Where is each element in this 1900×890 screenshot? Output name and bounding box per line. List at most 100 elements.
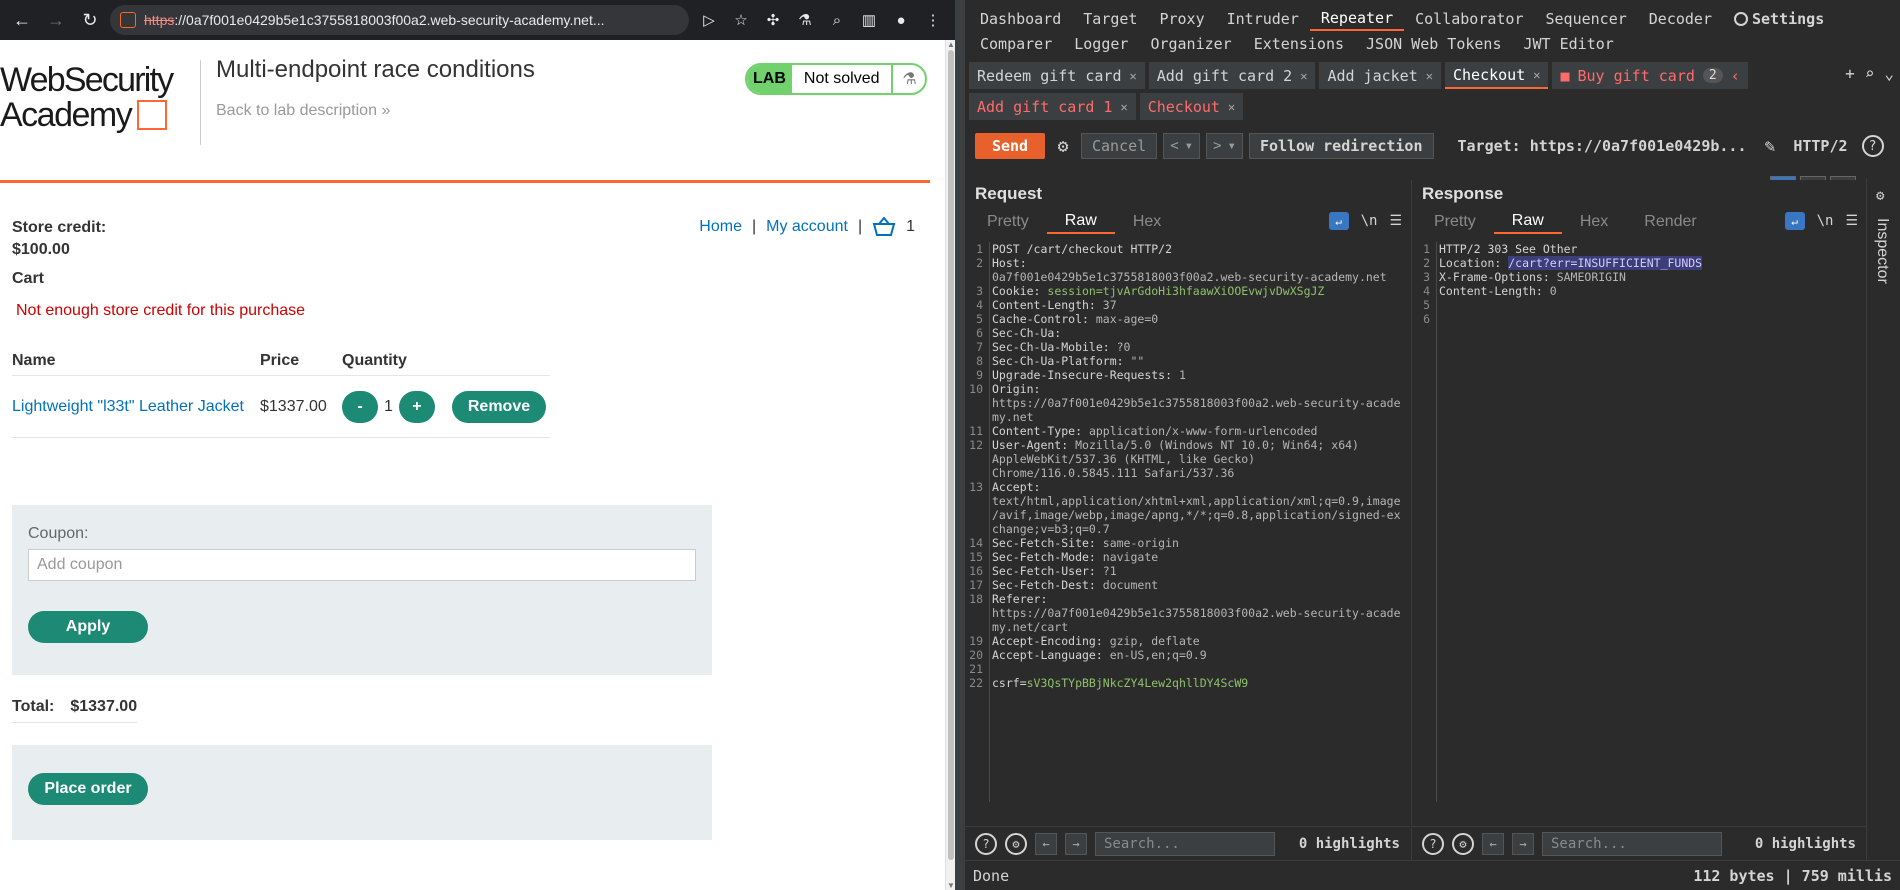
next-match-arrow-icon[interactable]: → — [1512, 832, 1534, 855]
code-value: en-US,en;q=0.9 — [1102, 648, 1207, 662]
my-account-link[interactable]: My account — [766, 218, 848, 236]
lab-status-widget: LAB Not solved ⚗ — [745, 63, 928, 95]
nav-json-web-tokens[interactable]: JSON Web Tokens — [1355, 32, 1512, 56]
http-version[interactable]: HTTP/2 — [1793, 137, 1847, 155]
extensions-puzzle-icon[interactable]: ✣ — [759, 6, 787, 34]
scroll-up-icon[interactable]: ▲ — [947, 40, 955, 49]
repeater-tab-active[interactable]: Checkout ✕ — [1444, 62, 1549, 89]
help-icon[interactable]: ? — [1861, 135, 1884, 157]
close-icon[interactable]: ✕ — [1533, 68, 1540, 82]
place-order-button[interactable]: Place order — [28, 773, 148, 805]
close-icon[interactable]: ✕ — [1130, 69, 1137, 83]
line-number: 5 — [1423, 298, 1430, 312]
nav-proxy[interactable]: Proxy — [1148, 7, 1215, 31]
search-icon[interactable]: ⌕ — [823, 6, 851, 34]
close-icon[interactable]: ✕ — [1426, 69, 1433, 83]
previous-match-arrow-icon[interactable]: ← — [1035, 832, 1057, 855]
hamburger-menu-icon[interactable]: ☰ — [1389, 213, 1402, 229]
gear-icon[interactable]: ⚙ — [1005, 832, 1027, 855]
send-button[interactable]: Send — [975, 133, 1045, 159]
tab-group[interactable]: ■ Buy gift card 2 ‹ — [1552, 62, 1748, 89]
back-icon[interactable]: ← — [8, 6, 36, 34]
help-icon[interactable]: ? — [975, 832, 997, 855]
nav-organizer[interactable]: Organizer — [1139, 32, 1242, 56]
tab-raw[interactable]: Raw — [1493, 210, 1562, 234]
nav-intruder[interactable]: Intruder — [1216, 7, 1310, 31]
tab-pretty[interactable]: Pretty — [969, 210, 1047, 234]
chevron-left-icon[interactable]: ‹ — [1731, 67, 1740, 85]
send-options-gear-icon[interactable]: ⚙ — [1051, 134, 1075, 158]
inspector-sidebar[interactable]: ⚙ Inspector — [1866, 178, 1900, 860]
cancel-button[interactable]: Cancel — [1081, 133, 1158, 159]
nav-settings[interactable]: Settings — [1723, 7, 1835, 31]
scrollbar-thumb[interactable] — [948, 50, 954, 860]
repeater-tab[interactable]: Add gift card 1 ✕ — [969, 93, 1136, 120]
repeater-tab[interactable]: Redeem gift card ✕ — [969, 62, 1145, 89]
nav-decoder[interactable]: Decoder — [1638, 7, 1723, 31]
scroll-down-icon[interactable]: ▼ — [947, 881, 955, 890]
cast-icon[interactable]: ▷ — [695, 6, 723, 34]
word-wrap-icon[interactable]: ↵ — [1328, 212, 1349, 230]
nav-repeater[interactable]: Repeater — [1309, 7, 1405, 31]
window-splitter[interactable] — [955, 0, 965, 890]
gear-icon[interactable]: ⚙ — [1452, 832, 1474, 855]
tab-hex[interactable]: Hex — [1115, 210, 1179, 234]
hamburger-menu-icon[interactable]: ☰ — [1845, 213, 1858, 229]
history-forward-button[interactable]: > ▾ — [1206, 133, 1243, 159]
repeater-tab[interactable]: Checkout ✕ — [1139, 93, 1244, 120]
repeater-tab[interactable]: Add gift card 2 ✕ — [1148, 62, 1316, 89]
close-icon[interactable]: ✕ — [1228, 100, 1235, 114]
repeater-tab[interactable]: Add jacket ✕ — [1319, 62, 1441, 89]
home-link[interactable]: Home — [699, 218, 742, 236]
back-to-description-link[interactable]: Back to lab description » — [216, 102, 390, 120]
remove-button[interactable]: Remove — [452, 390, 546, 423]
request-search-input[interactable]: Search... — [1095, 831, 1275, 856]
help-icon[interactable]: ? — [1422, 832, 1444, 855]
tab-hex[interactable]: Hex — [1562, 210, 1626, 234]
response-search-input[interactable]: Search... — [1542, 831, 1722, 856]
nav-dashboard[interactable]: Dashboard — [969, 7, 1072, 31]
newline-toggle[interactable]: \n — [1817, 213, 1834, 229]
product-link[interactable]: Lightweight "l33t" Leather Jacket — [12, 398, 260, 416]
bookmark-star-icon[interactable]: ☆ — [727, 6, 755, 34]
coupon-input[interactable]: Add coupon — [28, 549, 696, 581]
chevron-down-icon[interactable]: ⌄ — [1884, 64, 1894, 83]
increase-quantity-button[interactable]: + — [398, 390, 435, 423]
nav-comparer[interactable]: Comparer — [969, 32, 1063, 56]
reload-icon[interactable]: ↻ — [76, 6, 104, 34]
decrease-quantity-button[interactable]: - — [342, 390, 378, 423]
history-back-button[interactable]: < ▾ — [1163, 133, 1201, 159]
previous-match-arrow-icon[interactable]: ← — [1482, 832, 1504, 855]
nav-logger[interactable]: Logger — [1063, 32, 1139, 56]
page-scrollbar[interactable]: ▲ ▼ — [945, 40, 955, 890]
nav-extensions[interactable]: Extensions — [1243, 32, 1355, 56]
tab-pretty[interactable]: Pretty — [1416, 210, 1494, 234]
newline-toggle[interactable]: \n — [1361, 213, 1378, 229]
cart-basket-icon[interactable] — [872, 216, 896, 237]
logo-academy-text: Academy — [0, 96, 133, 134]
search-icon[interactable]: ⌕ — [1865, 64, 1875, 83]
add-tab-icon[interactable]: + — [1845, 64, 1855, 83]
follow-redirection-button[interactable]: Follow redirection — [1248, 133, 1434, 159]
nav-collaborator[interactable]: Collaborator — [1404, 7, 1534, 31]
tab-render[interactable]: Render — [1626, 210, 1714, 234]
word-wrap-icon[interactable]: ↵ — [1784, 212, 1805, 230]
forward-icon[interactable]: → — [42, 6, 70, 34]
profile-icon[interactable]: ● — [887, 6, 915, 34]
close-icon[interactable]: ✕ — [1300, 69, 1307, 83]
address-bar[interactable]: https://0a7f001e0429b5e1c3755818003f00a2… — [110, 5, 689, 35]
nav-target[interactable]: Target — [1072, 7, 1148, 31]
code-key: Referer: — [992, 592, 1048, 606]
next-match-arrow-icon[interactable]: → — [1065, 832, 1087, 855]
apply-coupon-button[interactable]: Apply — [28, 611, 148, 643]
sidebar-icon[interactable]: ▥ — [855, 6, 883, 34]
nav-sequencer[interactable]: Sequencer — [1535, 7, 1638, 31]
menu-kebab-icon[interactable]: ⋮ — [919, 6, 947, 34]
tab-raw[interactable]: Raw — [1046, 210, 1115, 234]
academy-logo[interactable]: WebSecurity Academy — [0, 62, 195, 134]
edit-target-pencil-icon[interactable]: ✎ — [1764, 136, 1775, 157]
lab-flask-icon[interactable]: ⚗ — [791, 6, 819, 34]
line-number: 22 — [969, 676, 983, 690]
nav-jwt-editor[interactable]: JWT Editor — [1513, 32, 1625, 56]
close-icon[interactable]: ✕ — [1120, 100, 1127, 114]
